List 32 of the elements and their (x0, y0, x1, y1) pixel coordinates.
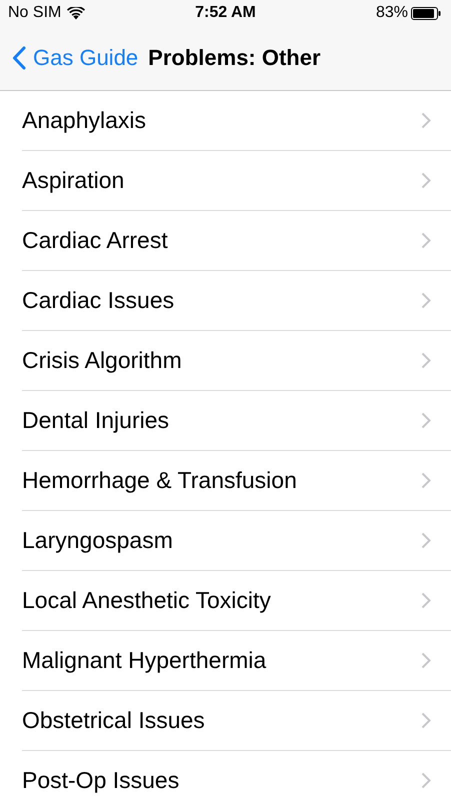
wifi-icon (67, 6, 86, 20)
list-item[interactable]: Malignant Hyperthermia (22, 631, 451, 691)
clock-text: 7:52 AM (195, 4, 256, 22)
chevron-icon (421, 112, 431, 129)
chevron-icon (421, 772, 431, 789)
back-button[interactable]: Gas Guide (12, 45, 138, 71)
list-item[interactable]: Local Anesthetic Toxicity (22, 571, 451, 631)
list-item[interactable]: Obstetrical Issues (22, 691, 451, 751)
chevron-icon (421, 292, 431, 309)
list-item[interactable]: Hemorrhage & Transfusion (22, 451, 451, 511)
list-item[interactable]: Laryngospasm (22, 511, 451, 571)
chevron-icon (421, 412, 431, 429)
chevron-icon (421, 472, 431, 489)
list-item[interactable]: Aspiration (22, 151, 451, 211)
chevron-icon (421, 352, 431, 369)
screen-title: Problems: Other (148, 45, 321, 71)
carrier-text: No SIM (8, 4, 62, 22)
chevron-icon (421, 232, 431, 249)
list-item[interactable]: Cardiac Issues (22, 271, 451, 331)
chevron-icon (421, 592, 431, 609)
back-chevron-icon (12, 46, 26, 70)
list-item[interactable]: Dental Injuries (22, 391, 451, 451)
list-item[interactable]: Crisis Algorithm (22, 331, 451, 391)
chevron-icon (421, 652, 431, 669)
list-item[interactable]: Post-Op Issues (22, 751, 451, 800)
chevron-icon (421, 532, 431, 549)
chevron-icon (421, 712, 431, 729)
battery-icon (411, 6, 441, 20)
chevron-icon (421, 172, 431, 189)
battery-percentage: 83% (376, 4, 408, 22)
list-item[interactable]: Anaphylaxis (22, 91, 451, 151)
list-item[interactable]: Cardiac Arrest (22, 211, 451, 271)
